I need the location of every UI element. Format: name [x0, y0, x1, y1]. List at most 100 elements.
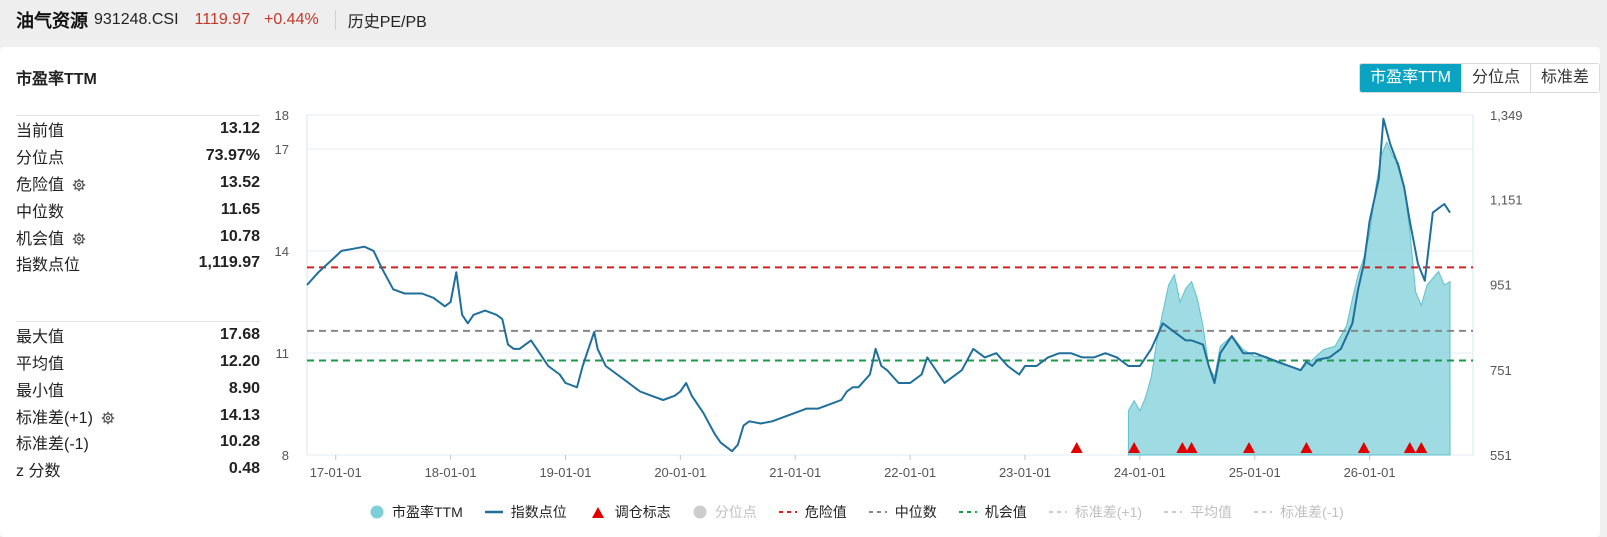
index-code: 931248.CSI [94, 11, 179, 28]
index-change: +0.44% [263, 11, 319, 28]
legend-item[interactable]: 标准差(+1) [1048, 502, 1142, 522]
stat-row: 最小值 8.90 [16, 375, 260, 402]
legend-item[interactable]: 标准差(-1) [1254, 502, 1344, 522]
dash-legend-icon [958, 511, 977, 513]
stat-label: 危险值 [16, 171, 86, 195]
toggle-pe-ttm[interactable]: 市盈率TTM [1360, 64, 1461, 92]
stat-value: 13.12 [219, 120, 260, 138]
stat-value: 13.52 [219, 173, 260, 191]
x-tick-label: 26-01-01 [1344, 465, 1396, 480]
legend-label: 机会值 [984, 504, 1027, 520]
stat-label: 分位点 [16, 150, 65, 168]
stat-row: z 分数 0.48 [16, 456, 260, 483]
panel-title: 市盈率TTM [16, 71, 97, 88]
stats-top-group: 当前值 13.12 分位点 73.97% 危险值 13.52 中位数 11.65 机会值 10.7… [16, 116, 260, 277]
stat-value: 14.13 [219, 406, 260, 424]
legend-label: 市盈率TTM [392, 504, 463, 520]
line-legend-icon [484, 510, 503, 514]
y-right-tick: 951 [1490, 278, 1512, 293]
stats-bottom-group: 最大值 17.68 平均值 12.20 最小值 8.90 标准差(+1) 14.13 标准差(-… [16, 322, 260, 483]
stat-value: 8.90 [228, 379, 260, 397]
legend-label: 调仓标志 [614, 504, 671, 520]
legend-item[interactable]: 指数点位 [484, 502, 567, 522]
history-pe-pb-link[interactable]: 历史PE/PB [348, 8, 427, 32]
top-bar: 油气资源 931248.CSI 1119.97 +0.44% 历史PE/PB [0, 0, 1607, 40]
stat-value: 11.65 [220, 200, 260, 218]
y-right-tick: 1,349 [1490, 108, 1523, 123]
x-tick-label: 25-01-01 [1229, 465, 1281, 480]
legend-label: 危险值 [804, 504, 847, 520]
toggle-std-dev[interactable]: 标准差 [1529, 64, 1599, 92]
dash-legend-icon [1164, 511, 1183, 513]
stat-row: 分位点 73.97% [16, 143, 260, 170]
stat-row: 危险值 13.52 [16, 170, 260, 197]
stat-label: 标准差(+1) [16, 404, 115, 428]
stat-value: 10.28 [219, 433, 260, 451]
stat-row: 当前值 13.12 [16, 116, 260, 143]
stat-value: 17.68 [219, 326, 260, 344]
x-tick-label: 17-01-01 [310, 465, 362, 480]
stat-row: 标准差(-1) 10.28 [16, 429, 260, 456]
legend-label: 中位数 [894, 504, 937, 520]
metric-toggle-group: 市盈率TTM 分位点 标准差 [1359, 63, 1600, 93]
stat-label: 指数点位 [16, 257, 81, 275]
x-tick-label: 24-01-01 [1114, 465, 1166, 480]
x-tick-label: 21-01-01 [769, 465, 821, 480]
pe-ttm-area [1127, 140, 1451, 456]
y-left-tick: 18 [275, 108, 289, 123]
legend-item[interactable]: 平均值 [1164, 502, 1232, 522]
stat-value: 73.97% [205, 147, 260, 165]
index-name: 油气资源 [16, 11, 88, 31]
triangle-legend-icon [591, 507, 604, 518]
stat-label: 最大值 [16, 329, 65, 347]
legend-item[interactable]: 机会值 [958, 502, 1027, 522]
x-tick-label: 22-01-01 [884, 465, 936, 480]
legend-label: 平均值 [1190, 504, 1233, 520]
x-tick-label: 20-01-01 [654, 465, 706, 480]
y-left-tick: 11 [276, 346, 290, 361]
valuation-chart: 18 17 14 11 8 1,349 1,151 951 751 551 17-01-01 18-0… [275, 108, 1523, 480]
y-right-tick: 551 [1490, 448, 1512, 463]
dash-legend-icon [1254, 511, 1273, 513]
stat-label: 最小值 [16, 382, 65, 400]
legend-label: 标准差(-1) [1280, 504, 1344, 520]
stat-label: 标准差(-1) [16, 436, 89, 454]
stat-value: 0.48 [228, 460, 260, 478]
stat-value: 1,119.97 [198, 254, 260, 272]
gear-icon[interactable] [72, 232, 86, 246]
legend-item[interactable]: 分位点 [693, 502, 757, 522]
stat-row: 中位数 11.65 [16, 196, 260, 223]
stat-label: z 分数 [16, 463, 61, 481]
dot-legend-icon [370, 505, 384, 519]
rebalance-marker [1070, 442, 1083, 453]
stats-panel: 当前值 13.12 分位点 73.97% 危险值 13.52 中位数 11.65 机会值 10.7… [16, 115, 260, 483]
stat-value: 10.78 [219, 227, 260, 245]
gear-icon[interactable] [101, 411, 115, 425]
index-price: 1119.97 [194, 11, 250, 28]
chart-legend: 市盈率TTM 指数点位 调仓标志 分位点 危险值 中位数 机会值 标准差(+1) 平均值 标准差(… [370, 502, 1366, 522]
x-tick-label: 19-01-01 [539, 465, 591, 480]
dot-legend-icon [693, 505, 707, 519]
stat-row: 平均值 12.20 [16, 349, 260, 376]
dash-legend-icon [1048, 511, 1067, 513]
stat-row: 最大值 17.68 [16, 322, 260, 349]
y-left-tick: 8 [282, 448, 289, 463]
stat-row: 指数点位 1,119.97 [16, 250, 260, 277]
legend-label: 指数点位 [510, 504, 567, 520]
legend-item[interactable]: 调仓标志 [589, 502, 671, 522]
gear-icon[interactable] [72, 178, 86, 192]
legend-item[interactable]: 危险值 [778, 502, 847, 522]
stat-row: 机会值 10.78 [16, 223, 260, 250]
toggle-percentile[interactable]: 分位点 [1460, 64, 1530, 92]
y-right-tick: 751 [1490, 363, 1512, 378]
stat-label: 中位数 [16, 203, 65, 221]
stat-value: 12.20 [219, 352, 260, 370]
stat-label: 平均值 [16, 355, 65, 373]
stat-label: 当前值 [16, 123, 65, 141]
x-tick-label: 23-01-01 [999, 465, 1051, 480]
legend-item[interactable]: 中位数 [868, 502, 937, 522]
legend-label: 分位点 [714, 504, 757, 520]
y-left-tick: 14 [275, 244, 289, 259]
legend-item[interactable]: 市盈率TTM [370, 502, 463, 522]
dash-legend-icon [868, 511, 887, 513]
